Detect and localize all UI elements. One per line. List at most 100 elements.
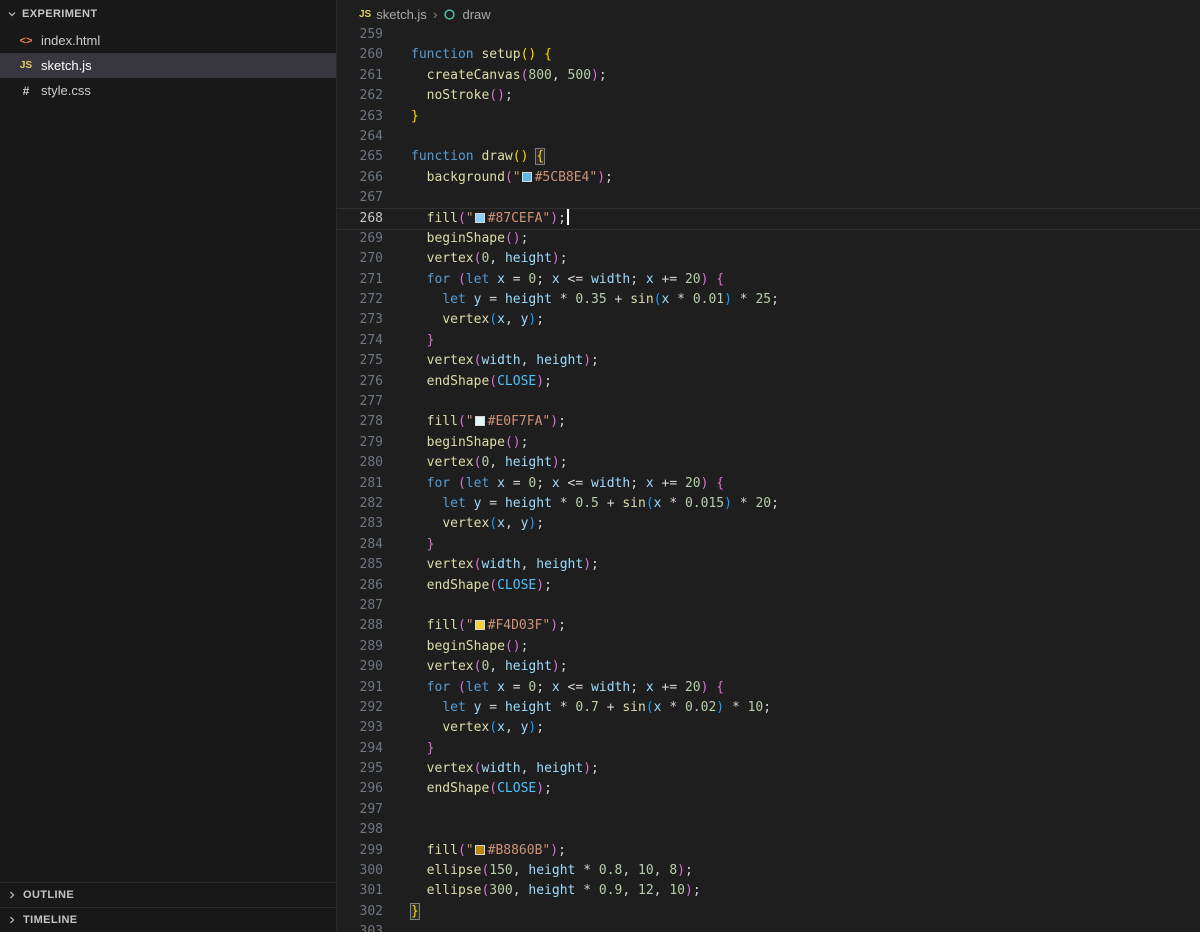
token: 0.35	[575, 292, 606, 307]
token	[411, 720, 442, 735]
token: 0.8	[599, 863, 622, 878]
code-line[interactable]: 263}	[337, 107, 1200, 127]
code-line[interactable]: 278 fill("#E0F7FA");	[337, 412, 1200, 432]
code-line[interactable]: 267	[337, 188, 1200, 208]
code-line[interactable]: 275 vertex(width, height);	[337, 351, 1200, 371]
token	[411, 333, 427, 348]
token: 20	[685, 476, 701, 491]
code-line[interactable]: 270 vertex(0, height);	[337, 249, 1200, 269]
code-line[interactable]: 264	[337, 127, 1200, 147]
token: <=	[560, 680, 591, 695]
code-line[interactable]: 259	[337, 25, 1200, 45]
token: )	[677, 863, 685, 878]
code-line[interactable]: 279 beginShape();	[337, 433, 1200, 453]
line-number: 291	[337, 678, 399, 698]
code-line[interactable]: 286 endShape(CLOSE);	[337, 576, 1200, 596]
code-line[interactable]: 288 fill("#F4D03F");	[337, 616, 1200, 636]
code-line[interactable]: 285 vertex(width, height);	[337, 555, 1200, 575]
code-line[interactable]: 291 for (let x = 0; x <= width; x += 20)…	[337, 678, 1200, 698]
code-line[interactable]: 266 background("#5CB8E4");	[337, 168, 1200, 188]
token: 25	[755, 292, 771, 307]
token	[489, 272, 497, 287]
token: vertex	[427, 353, 474, 368]
code-line[interactable]: 293 vertex(x, y);	[337, 718, 1200, 738]
code-text	[399, 188, 411, 208]
token	[411, 537, 427, 552]
token	[536, 47, 544, 62]
code-line[interactable]: 301 ellipse(300, height * 0.9, 12, 10);	[337, 881, 1200, 901]
code-line[interactable]: 273 vertex(x, y);	[337, 310, 1200, 330]
token: (	[505, 435, 513, 450]
token: ;	[521, 639, 529, 654]
token: }	[427, 537, 435, 552]
token: ;	[536, 516, 544, 531]
code-lines[interactable]: 259260function setup() {261 createCanvas…	[337, 25, 1200, 932]
code-line[interactable]: 298	[337, 820, 1200, 840]
file-item-sketch-js[interactable]: JS sketch.js	[0, 53, 336, 78]
code-line[interactable]: 268 fill("#87CEFA");	[337, 209, 1200, 229]
code-line[interactable]: 276 endShape(CLOSE);	[337, 372, 1200, 392]
timeline-section-header[interactable]: TIMELINE	[0, 907, 336, 932]
code-line[interactable]: 292 let y = height * 0.7 + sin(x * 0.02)…	[337, 698, 1200, 718]
breadcrumb-symbol[interactable]: draw	[462, 7, 490, 22]
code-line[interactable]: 299 fill("#B8860B");	[337, 841, 1200, 861]
code-line[interactable]: 303	[337, 922, 1200, 932]
code-line[interactable]: 296 endShape(CLOSE);	[337, 779, 1200, 799]
code-line[interactable]: 282 let y = height * 0.5 + sin(x * 0.015…	[337, 494, 1200, 514]
token	[411, 700, 442, 715]
code-text: beginShape();	[399, 433, 528, 453]
line-number: 267	[337, 188, 399, 208]
timeline-section-label: TIMELINE	[23, 914, 78, 926]
code-line[interactable]: 281 for (let x = 0; x <= width; x += 20)…	[337, 474, 1200, 494]
token: let	[442, 700, 465, 715]
code-line[interactable]: 300 ellipse(150, height * 0.8, 10, 8);	[337, 861, 1200, 881]
outline-section-header[interactable]: OUTLINE	[0, 882, 336, 907]
code-line[interactable]: 272 let y = height * 0.35 + sin(x * 0.01…	[337, 290, 1200, 310]
token: =	[505, 272, 528, 287]
code-line[interactable]: 290 vertex(0, height);	[337, 657, 1200, 677]
code-line[interactable]: 283 vertex(x, y);	[337, 514, 1200, 534]
token: 0.02	[685, 700, 716, 715]
token: ellipse	[427, 883, 482, 898]
code-line[interactable]: 265function draw() {	[337, 147, 1200, 167]
code-line[interactable]: 261 createCanvas(800, 500);	[337, 66, 1200, 86]
token: height	[505, 455, 552, 470]
token: let	[466, 476, 489, 491]
code-text: vertex(x, y);	[399, 718, 544, 738]
token: (	[489, 781, 497, 796]
code-line[interactable]: 295 vertex(width, height);	[337, 759, 1200, 779]
code-line[interactable]: 260function setup() {	[337, 45, 1200, 65]
token: sin	[622, 700, 645, 715]
code-line[interactable]: 271 for (let x = 0; x <= width; x += 20)…	[337, 270, 1200, 290]
code-line[interactable]: 289 beginShape();	[337, 637, 1200, 657]
file-item-style-css[interactable]: # style.css	[0, 78, 336, 103]
token: CLOSE	[497, 578, 536, 593]
token: CLOSE	[497, 781, 536, 796]
token: (	[489, 578, 497, 593]
token: sin	[630, 292, 653, 307]
code-line[interactable]: 294 }	[337, 739, 1200, 759]
code-text	[399, 392, 411, 412]
code-line[interactable]: 262 noStroke();	[337, 86, 1200, 106]
code-line[interactable]: 287	[337, 596, 1200, 616]
token: ;	[536, 720, 544, 735]
code-line[interactable]: 297	[337, 800, 1200, 820]
token: ,	[505, 720, 521, 735]
code-line[interactable]: 284 }	[337, 535, 1200, 555]
code-line[interactable]: 277	[337, 392, 1200, 412]
token	[411, 761, 427, 776]
code-line[interactable]: 280 vertex(0, height);	[337, 453, 1200, 473]
file-item-index-html[interactable]: <> index.html	[0, 28, 336, 53]
token: )	[536, 578, 544, 593]
editor-pane: JS sketch.js › draw 259260function setup…	[337, 0, 1200, 932]
token: +	[599, 700, 622, 715]
line-number: 268	[337, 209, 399, 229]
code-line[interactable]: 302}	[337, 902, 1200, 922]
token: vertex	[442, 720, 489, 735]
code-text	[399, 25, 411, 45]
breadcrumb-file[interactable]: sketch.js	[376, 7, 427, 22]
explorer-folder-header[interactable]: EXPERIMENT	[0, 0, 336, 28]
code-line[interactable]: 274 }	[337, 331, 1200, 351]
code-line[interactable]: 269 beginShape();	[337, 229, 1200, 249]
token: )	[724, 292, 732, 307]
